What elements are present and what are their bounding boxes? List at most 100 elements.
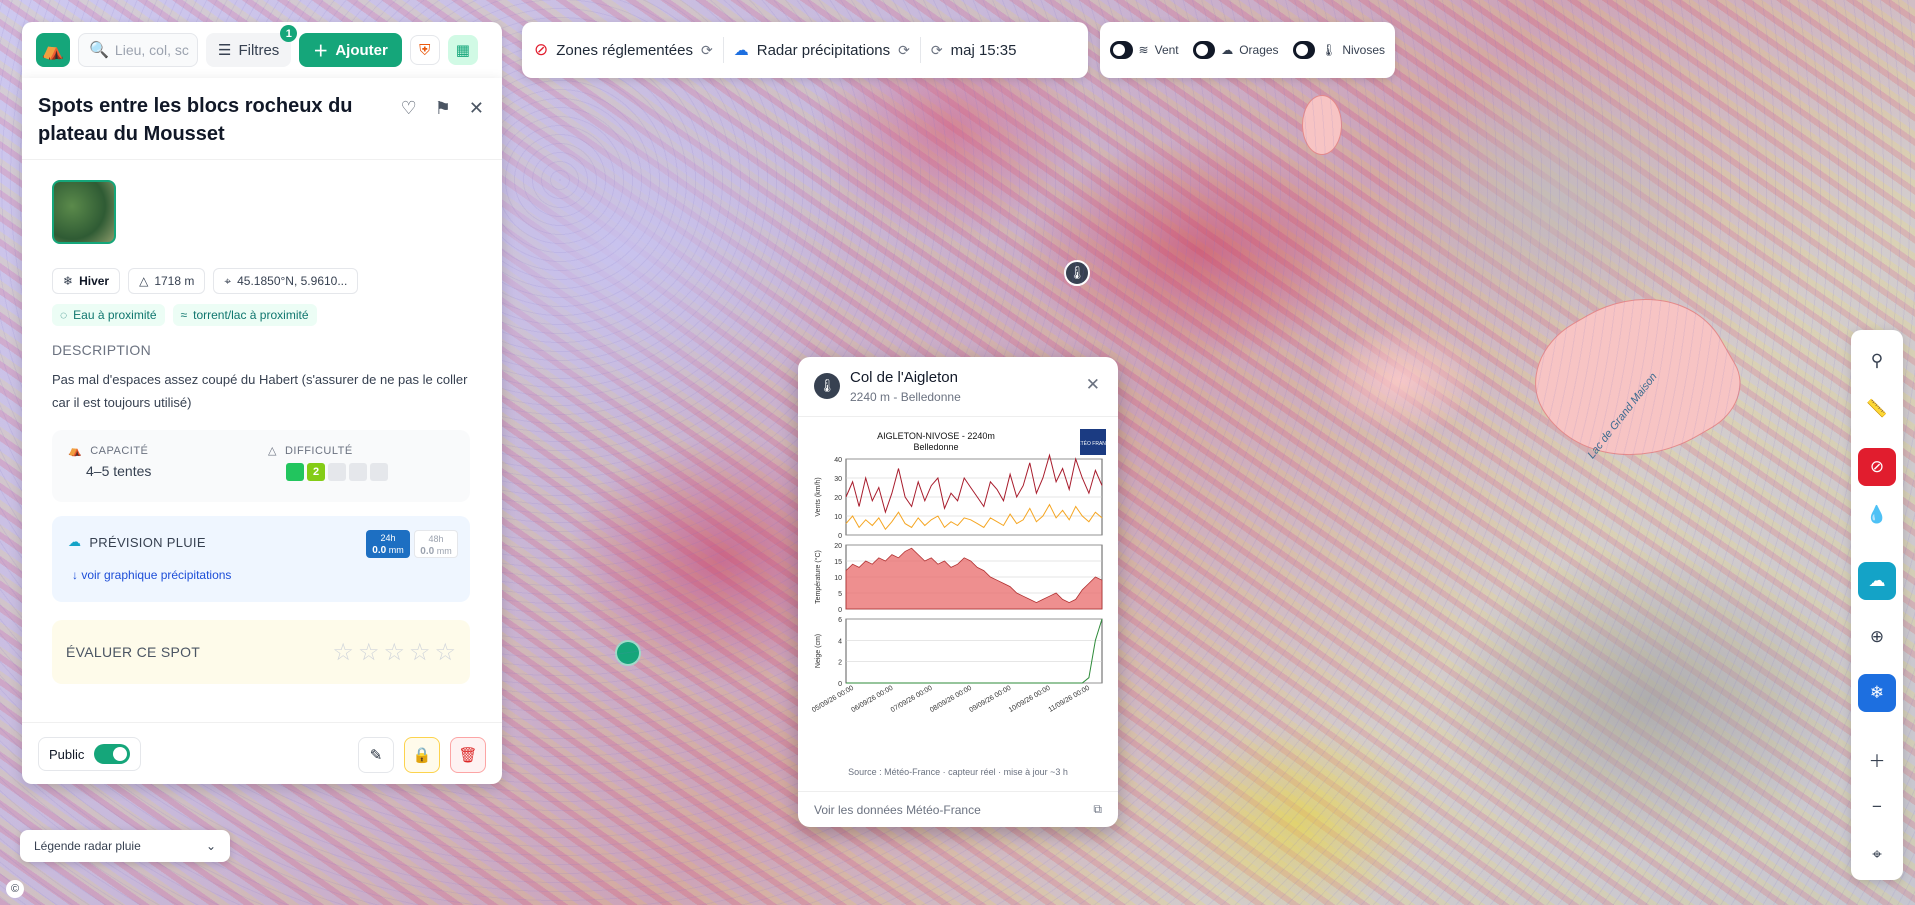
y-tick-label: 10 xyxy=(834,514,842,521)
refresh-icon[interactable]: ⟳ xyxy=(931,42,943,59)
storms-toggle[interactable] xyxy=(1192,41,1216,59)
tent-icon: ⛺ xyxy=(68,445,83,457)
overlay-toggles: ≋ Vent ☁ Orages 🌡 Nivoses xyxy=(1100,22,1395,78)
coords-chip[interactable]: ⌖ 45.1850°N, 5.9610... xyxy=(213,268,359,294)
legend-label: Légende radar pluie xyxy=(34,839,141,853)
station-marker[interactable]: 🌡 xyxy=(1064,260,1090,286)
wind-toggle[interactable] xyxy=(1110,41,1133,59)
tent-logo-icon[interactable]: ⛺ xyxy=(36,33,70,67)
zones-label: Zones réglementées xyxy=(556,41,693,59)
x-tick-label: 10/09/26 00:00 xyxy=(1008,685,1052,714)
rate-box: ÉVALUER CE SPOT ☆ ☆ ☆ ☆ ☆ xyxy=(52,620,470,684)
external-link-icon[interactable]: ⧉ xyxy=(1093,802,1102,817)
search-icon: 🔍 xyxy=(89,42,109,59)
globe-icon[interactable]: ⊕ xyxy=(1858,618,1896,656)
pencil-icon: ✎ xyxy=(369,747,383,764)
rain-legend-dropdown[interactable]: Légende radar pluie ⌄ xyxy=(20,830,230,862)
thermometer-icon: 🌡 xyxy=(814,373,840,399)
lock-icon: 🔒 xyxy=(412,747,432,764)
filters-button[interactable]: ☰ Filtres 1 xyxy=(206,25,298,67)
waves-icon: ≈ xyxy=(180,308,188,322)
update-status[interactable]: ⟳ maj 15:35 xyxy=(931,42,1017,59)
zoom-out-icon[interactable]: − xyxy=(1858,788,1896,826)
route-icon[interactable]: ⚲ xyxy=(1858,342,1896,380)
flag-icon[interactable]: ⚑ xyxy=(435,98,451,119)
capacity-label: CAPACITÉ xyxy=(90,444,149,457)
refresh-icon[interactable]: ⟳ xyxy=(898,42,910,59)
public-toggle[interactable]: Public xyxy=(38,737,142,771)
station-name: Col de l'Aigleton xyxy=(850,369,958,386)
star-icon[interactable]: ☆ xyxy=(383,638,405,667)
radar-toggle[interactable]: ☁ Radar précipitations ⟳ xyxy=(733,41,910,60)
water-drop-icon[interactable]: 💧 xyxy=(1858,496,1896,534)
close-icon[interactable]: ✕ xyxy=(1086,375,1100,395)
difficulty-scale: 2 xyxy=(286,463,388,481)
x-tick-label: 09/09/26 00:00 xyxy=(968,685,1012,714)
chart-title: AIGLETON-NIVOSE - 2240m xyxy=(877,431,995,441)
y-tick-label: 0 xyxy=(838,681,842,688)
cloud-rain-icon: ☁ xyxy=(68,534,82,549)
description-heading: DESCRIPTION xyxy=(52,342,151,358)
meteo-france-logo-text: MÉTÉO FRANCE xyxy=(1073,440,1110,447)
altitude-chip: △ 1718 m xyxy=(128,268,206,294)
grid-icon[interactable]: ▦ xyxy=(447,35,478,65)
rain-48h-value: 0.0 xyxy=(420,546,435,557)
zones-toggle[interactable]: ⊘ Zones réglementées ⟳ xyxy=(534,40,713,60)
close-icon[interactable]: ✕ xyxy=(469,98,484,119)
refresh-icon[interactable]: ⟳ xyxy=(701,42,713,59)
description-text: Pas mal d'espaces assez coupé du Habert … xyxy=(52,372,468,410)
zoom-in-icon[interactable]: ＋ xyxy=(1858,740,1896,778)
search-input[interactable] xyxy=(114,42,195,58)
lock-button[interactable]: 🔒 xyxy=(404,737,440,773)
star-icon[interactable]: ☆ xyxy=(409,638,431,667)
storms-label: Orages xyxy=(1239,43,1279,57)
x-tick-label: 08/09/26 00:00 xyxy=(929,685,973,714)
snowflake-icon[interactable]: ❄ xyxy=(1858,674,1896,712)
wind-icon: ≋ xyxy=(1138,43,1149,57)
y-tick-label: 20 xyxy=(834,495,842,502)
public-switch[interactable] xyxy=(94,744,131,764)
station-link[interactable]: Voir les données Météo-France xyxy=(814,803,981,817)
divider xyxy=(919,37,921,63)
rain-radar-icon[interactable]: ☁ xyxy=(1858,562,1896,600)
rate-label: ÉVALUER CE SPOT xyxy=(66,644,201,660)
y-tick-label: 5 xyxy=(838,591,842,598)
x-tick-label: 06/09/26 00:00 xyxy=(850,685,894,714)
restricted-zones-icon[interactable]: ⊘ xyxy=(1858,448,1896,486)
delete-button[interactable]: 🗑 xyxy=(450,737,486,773)
rain-tab-24h[interactable]: 24h 0.0 mm xyxy=(366,530,410,558)
season-value: Hiver xyxy=(79,274,110,288)
coords-value: 45.1850°N, 5.9610... xyxy=(237,274,348,288)
heart-icon[interactable]: ♡ xyxy=(401,98,417,119)
search-box[interactable]: 🔍 xyxy=(78,33,198,67)
rain-chart-link[interactable]: ↓ voir graphique précipitations xyxy=(72,568,231,582)
spot-panel: Spots entre les blocs rocheux du plateau… xyxy=(22,78,502,784)
rain-tab-48h[interactable]: 48h 0.0 mm xyxy=(414,530,458,558)
star-icon[interactable]: ☆ xyxy=(358,638,380,667)
season-chip: ❄ Hiver xyxy=(52,268,121,294)
locate-icon[interactable]: ⌖ xyxy=(1858,836,1896,874)
location-pin-icon: ⌖ xyxy=(224,273,232,288)
spot-photo-thumbnail[interactable] xyxy=(52,180,116,244)
update-label: maj 15:35 xyxy=(950,41,1017,59)
star-icon[interactable]: ☆ xyxy=(434,638,456,667)
star-icon[interactable]: ☆ xyxy=(332,638,354,667)
rain-unit: mm xyxy=(388,545,404,555)
plus-icon: ＋ xyxy=(313,42,329,60)
edit-button[interactable]: ✎ xyxy=(358,737,394,773)
station-chart: AIGLETON-NIVOSE - 2240m Belledonne MÉTÉO F… xyxy=(806,423,1114,773)
shield-icon[interactable]: ⛨ xyxy=(409,35,440,65)
spot-title: Spots entre les blocs rocheux du plateau… xyxy=(38,95,353,145)
lake-small xyxy=(1302,95,1342,155)
capacity-value: 4–5 tentes xyxy=(86,463,152,479)
cloud-rain-icon: ☁ xyxy=(733,42,749,59)
rain-48h-label: 48h xyxy=(428,534,444,544)
spot-marker[interactable] xyxy=(615,640,641,666)
nivoses-toggle[interactable] xyxy=(1292,41,1316,59)
add-button[interactable]: ＋ Ajouter xyxy=(299,33,402,67)
copyright-icon[interactable]: © xyxy=(6,880,24,898)
y-tick-label: 15 xyxy=(834,559,842,566)
ruler-icon[interactable]: 📏 xyxy=(1858,390,1896,428)
filters-count-badge: 1 xyxy=(280,25,298,42)
thermometer-icon: 🌡 xyxy=(1321,43,1337,57)
